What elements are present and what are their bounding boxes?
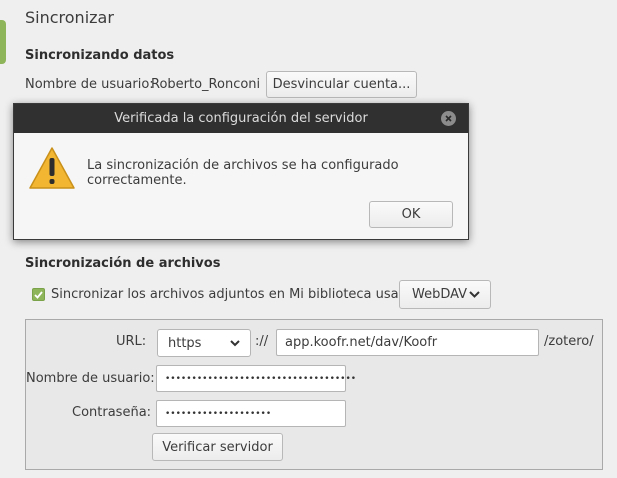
sync-attachments-label: Sincronizar los archivos adjuntos en Mi … — [51, 287, 424, 302]
close-icon[interactable] — [441, 111, 456, 126]
url-label: URL: — [116, 334, 147, 349]
dialog-message: La sincronización de archivos se ha conf… — [87, 158, 399, 188]
webdav-username-input[interactable]: •••••••••••••••••••••••••••••••••••• — [156, 365, 356, 392]
scheme-value: https — [168, 335, 202, 351]
url-input[interactable]: app.koofr.net/dav/Koofr — [276, 329, 539, 356]
selected-pane-indicator — [0, 20, 6, 64]
dialog-titlebar: Verificada la configuración del servidor — [14, 104, 468, 133]
sync-method-value: WebDAV — [412, 287, 468, 302]
ok-button[interactable]: OK — [369, 201, 453, 228]
verify-server-button[interactable]: Verificar servidor — [152, 433, 283, 461]
webdav-settings-group: URL: https :// app.koofr.net/dav/Koofr /… — [25, 319, 603, 470]
warning-icon — [29, 147, 75, 189]
sync-attachments-checkbox[interactable] — [32, 288, 45, 301]
server-verified-dialog: Verificada la configuración del servidor… — [13, 103, 469, 240]
password-value: •••••••••••••••••••• — [165, 408, 272, 419]
data-sync-heading: Sincronizando datos — [25, 48, 175, 63]
url-suffix: /zotero/ — [544, 334, 594, 349]
webdav-username-label: Nombre de usuario: — [26, 371, 155, 386]
account-username-label: Nombre de usuario: — [25, 77, 154, 92]
unlink-account-button[interactable]: Desvincular cuenta... — [266, 71, 417, 98]
dialog-title: Verificada la configuración del servidor — [114, 111, 368, 126]
scheme-separator: :// — [255, 334, 269, 349]
checkmark-icon — [34, 290, 43, 299]
chevron-down-icon — [469, 291, 480, 298]
password-label: Contraseña: — [72, 405, 152, 420]
account-username-value: Roberto_Ronconi — [151, 77, 261, 92]
webdav-username-value: •••••••••••••••••••••••••••••••••••• — [165, 373, 357, 384]
pane-title: Sincronizar — [25, 8, 114, 27]
sync-method-dropdown[interactable]: WebDAV — [399, 280, 491, 309]
file-sync-heading: Sincronización de archivos — [25, 256, 221, 271]
chevron-down-icon — [230, 339, 240, 346]
sync-preferences-pane: Sincronizar Sincronizando datos Nombre d… — [0, 0, 617, 478]
scheme-select[interactable]: https — [157, 329, 251, 357]
password-input[interactable]: •••••••••••••••••••• — [156, 400, 346, 427]
